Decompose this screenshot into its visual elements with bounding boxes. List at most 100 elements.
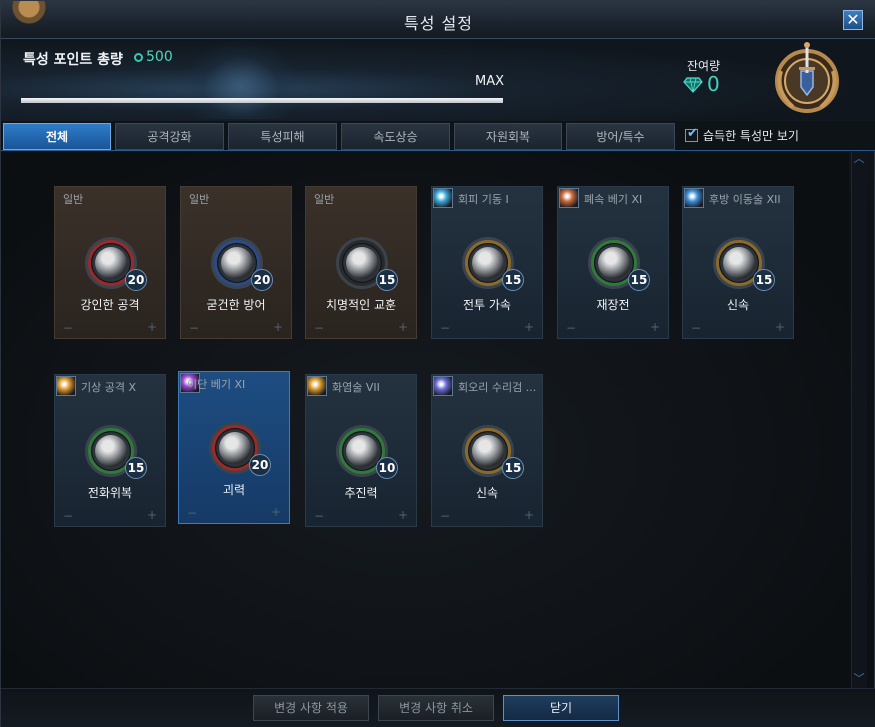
increase-trait-button[interactable]: + — [398, 508, 408, 522]
trait-name: 전투 가속 — [463, 298, 511, 312]
skill-icon — [433, 188, 453, 208]
vertical-scrollbar[interactable] — [851, 152, 867, 688]
decrease-trait-button[interactable]: − — [566, 321, 576, 335]
trait-category: 회피 기동 I — [458, 193, 509, 206]
trait-card[interactable]: 이단 베기 XI 20 괴력 − + — [178, 371, 290, 524]
trait-level-badge: 10 — [376, 457, 398, 479]
tab-trait-damage[interactable]: 특성피해 — [228, 123, 337, 150]
apply-changes-button[interactable]: 변경 사항 적용 — [253, 695, 369, 721]
trait-card-header: 화염술 VII — [306, 375, 416, 397]
trait-card-header: 일반 — [181, 187, 291, 209]
max-label: MAX — [475, 74, 505, 89]
title-bar: 특성 설정 ✕ — [1, 1, 875, 39]
tab-speed-up[interactable]: 속도상승 — [341, 123, 450, 150]
trait-card[interactable]: 회피 기동 I 15 전투 가속 − + — [431, 186, 543, 339]
trait-settings-window: 특성 설정 ✕ 특성 포인트 총량 500 MAX 잔여량 0 전체 공격강화 … — [0, 0, 875, 727]
trait-name: 괴력 — [222, 483, 246, 497]
trait-card-header: 회피 기동 I — [432, 187, 542, 209]
remaining-value: 0 — [707, 72, 720, 96]
points-total-label: 특성 포인트 총량 — [23, 52, 123, 68]
checkmark-icon: ✔ — [687, 126, 698, 141]
trait-card-header: 이단 베기 XI — [179, 372, 289, 394]
trait-card-header: 일반 — [306, 187, 416, 209]
decrease-trait-button[interactable]: − — [691, 321, 701, 335]
wind-swirl-icon — [472, 435, 504, 467]
tab-attack-boost[interactable]: 공격강화 — [115, 123, 224, 150]
increase-trait-button[interactable]: + — [524, 508, 534, 522]
trait-category: 후방 이동술 XII — [709, 193, 781, 206]
trait-name: 치명적인 교훈 — [325, 298, 397, 312]
trait-category: 화염술 VII — [332, 381, 380, 394]
skill-icon — [684, 188, 704, 208]
header-background-art — [181, 39, 301, 119]
skill-icon — [307, 376, 327, 396]
trait-level-badge: 20 — [249, 454, 271, 476]
tab-defense-special[interactable]: 방어/특수 — [566, 123, 675, 150]
wind-swirl-icon — [723, 247, 755, 279]
increase-trait-button[interactable]: + — [775, 320, 785, 334]
points-header: 특성 포인트 총량 500 MAX 잔여량 0 — [1, 39, 875, 121]
cancel-changes-button[interactable]: 변경 사항 취소 — [378, 695, 494, 721]
points-progress-fill — [21, 98, 503, 103]
fist-icon — [221, 247, 253, 279]
decrease-trait-button[interactable]: − — [440, 509, 450, 523]
boots-icon — [472, 247, 504, 279]
trait-card[interactable]: 화염술 VII 10 추진력 − + — [305, 374, 417, 527]
trait-card-header: 기상 공격 X — [55, 375, 165, 397]
points-total-value: 500 — [146, 49, 173, 65]
decrease-trait-button[interactable]: − — [440, 321, 450, 335]
increase-trait-button[interactable]: + — [524, 320, 534, 334]
trait-card[interactable]: 후방 이동술 XII 15 신속 − + — [682, 186, 794, 339]
scroll-down-icon[interactable]: ﹀ — [851, 673, 867, 685]
increase-trait-button[interactable]: + — [147, 508, 157, 522]
increase-trait-button[interactable]: + — [147, 320, 157, 334]
trait-card[interactable]: 일반 20 강인한 공격 − + — [54, 186, 166, 339]
trait-card-header: 일반 — [55, 187, 165, 209]
trait-card-header: 폐속 베기 XI — [558, 187, 668, 209]
decrease-trait-button[interactable]: − — [314, 509, 324, 523]
trait-card-header: 회오리 수리검 ... — [432, 375, 542, 397]
decrease-trait-button[interactable]: − — [63, 321, 73, 335]
trait-category: 일반 — [63, 193, 84, 206]
rune-circle-icon — [95, 435, 127, 467]
trait-category: 일반 — [189, 193, 210, 206]
trait-grid: 일반 20 강인한 공격 − + 일반 20 굳건한 방어 − + 일반 15 치명적인 교훈 − + 회피 … — [1, 152, 849, 688]
trait-category: 이단 베기 XI — [187, 378, 246, 391]
trait-level-badge: 20 — [125, 269, 147, 291]
learned-only-label: 습득한 특성만 보기 — [703, 129, 799, 143]
trait-card[interactable]: 폐속 베기 XI 15 재장전 − + — [557, 186, 669, 339]
increase-trait-button[interactable]: + — [271, 505, 281, 519]
decrease-trait-button[interactable]: − — [314, 321, 324, 335]
increase-trait-button[interactable]: + — [650, 320, 660, 334]
decrease-trait-button[interactable]: − — [189, 321, 199, 335]
trait-category: 폐속 베기 XI — [584, 193, 643, 206]
trait-card[interactable]: 일반 20 굳건한 방어 − + — [180, 186, 292, 339]
increase-trait-button[interactable]: + — [398, 320, 408, 334]
rune-circle-icon — [346, 435, 378, 467]
close-button[interactable]: 닫기 — [503, 695, 619, 721]
pointing-hand-icon — [346, 247, 378, 279]
trait-name: 강인한 공격 — [80, 298, 140, 312]
trait-category: 기상 공격 X — [81, 381, 137, 394]
flexed-arm-icon — [95, 247, 127, 279]
tab-resource-recovery[interactable]: 자원회복 — [454, 123, 562, 150]
close-window-button[interactable]: ✕ — [843, 10, 863, 30]
trait-level-badge: 15 — [628, 269, 650, 291]
trait-name: 재장전 — [596, 298, 630, 312]
increase-trait-button[interactable]: + — [273, 320, 283, 334]
tab-all[interactable]: 전체 — [3, 123, 111, 150]
sword-laurel-badge-icon — [775, 42, 839, 113]
learned-only-checkbox[interactable]: ✔ — [685, 126, 698, 142]
decrease-trait-button[interactable]: − — [187, 506, 197, 520]
flexed-arm-icon — [219, 432, 251, 464]
trait-name: 굳건한 방어 — [206, 298, 266, 312]
trait-card[interactable]: 기상 공격 X 15 전화위복 − + — [54, 374, 166, 527]
trait-card-header: 후방 이동술 XII — [683, 187, 793, 209]
points-progress-bar — [21, 98, 503, 103]
scroll-up-icon[interactable]: ︿ — [851, 153, 867, 165]
trait-card[interactable]: 일반 15 치명적인 교훈 − + — [305, 186, 417, 339]
trait-level-badge: 15 — [753, 269, 775, 291]
trait-level-badge: 15 — [125, 457, 147, 479]
decrease-trait-button[interactable]: − — [63, 509, 73, 523]
trait-card[interactable]: 회오리 수리검 ... 15 신속 − + — [431, 374, 543, 527]
